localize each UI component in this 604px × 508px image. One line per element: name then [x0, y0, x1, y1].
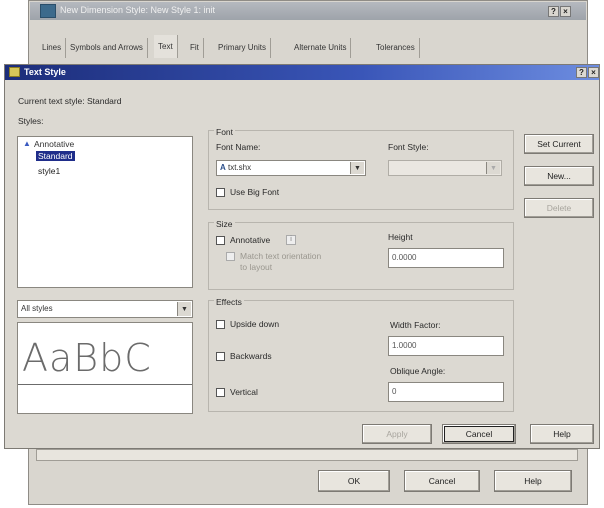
- new-button[interactable]: New...: [524, 166, 594, 186]
- annotative-icon: ▲: [23, 139, 31, 148]
- ok-button[interactable]: OK: [318, 470, 390, 492]
- back-cancel-button[interactable]: Cancel: [404, 470, 480, 492]
- tab-symbols-arrows[interactable]: Symbols and Arrows: [66, 38, 148, 58]
- font-name-label: Font Name:: [216, 142, 261, 152]
- match-orientation-label: Match text orientation: [240, 251, 322, 261]
- tab-tolerances[interactable]: Tolerances: [372, 38, 420, 58]
- dimension-tabs: Lines Symbols and Arrows Text Fit Primar…: [38, 35, 578, 58]
- font-group-label: Font: [214, 127, 236, 137]
- vertical-checkbox[interactable]: [216, 388, 225, 397]
- font-style-label: Font Style:: [388, 142, 429, 152]
- annotative-label: Annotative: [230, 235, 271, 245]
- list-item[interactable]: Annotative: [32, 139, 76, 149]
- preview-text: AaBbC: [22, 336, 152, 380]
- back-panel-edge: [36, 449, 578, 461]
- current-style-label: Current text style: Standard: [18, 96, 122, 106]
- list-item[interactable]: style1: [36, 166, 62, 176]
- close-icon[interactable]: ×: [560, 6, 571, 17]
- list-item[interactable]: Standard: [36, 151, 75, 161]
- chevron-down-icon: ▼: [486, 162, 500, 174]
- shx-font-icon: A: [220, 163, 226, 172]
- height-input[interactable]: 0.0000: [388, 248, 504, 268]
- use-big-font-label: Use Big Font: [230, 187, 280, 197]
- upside-down-label: Upside down: [230, 319, 280, 329]
- help-icon[interactable]: ?: [576, 67, 587, 78]
- font-name-dropdown[interactable]: A txt.shx ▼: [216, 160, 366, 176]
- use-big-font-checkbox[interactable]: [216, 188, 225, 197]
- text-style-titlebar: [5, 65, 599, 80]
- chevron-down-icon[interactable]: ▼: [350, 162, 364, 174]
- text-style-title: Text Style: [24, 67, 66, 77]
- tab-fit[interactable]: Fit: [186, 38, 204, 58]
- chevron-down-icon[interactable]: ▼: [177, 302, 191, 316]
- size-group-label: Size: [214, 219, 235, 229]
- app-icon: [40, 4, 56, 18]
- set-current-button[interactable]: Set Current: [524, 134, 594, 154]
- match-orientation-label-2: to layout: [240, 262, 273, 272]
- match-orientation-checkbox: [226, 252, 235, 261]
- tab-primary-units[interactable]: Primary Units: [214, 38, 272, 58]
- info-icon[interactable]: i: [286, 235, 296, 245]
- width-factor-label: Width Factor:: [390, 320, 441, 330]
- styles-filter-value: All styles: [21, 304, 53, 313]
- font-style-dropdown: ▼: [388, 160, 502, 176]
- help-icon[interactable]: ?: [548, 6, 559, 17]
- preview-baseline: [18, 384, 192, 385]
- tab-lines[interactable]: Lines: [38, 38, 67, 58]
- height-label: Height: [388, 232, 413, 242]
- close-icon[interactable]: ×: [588, 67, 599, 78]
- backwards-checkbox[interactable]: [216, 352, 225, 361]
- oblique-angle-input[interactable]: 0: [388, 382, 504, 402]
- backwards-label: Backwards: [230, 351, 272, 361]
- tab-alternate-units[interactable]: Alternate Units: [290, 38, 352, 58]
- styles-filter-dropdown[interactable]: All styles ▼: [17, 300, 193, 318]
- dimension-style-title: New Dimension Style: New Style 1: init: [60, 5, 216, 15]
- cancel-button[interactable]: Cancel: [442, 424, 516, 444]
- vertical-label: Vertical: [230, 387, 258, 397]
- width-factor-input[interactable]: 1.0000: [388, 336, 504, 356]
- annotative-checkbox[interactable]: [216, 236, 225, 245]
- styles-label: Styles:: [18, 116, 44, 126]
- apply-button: Apply: [362, 424, 432, 444]
- upside-down-checkbox[interactable]: [216, 320, 225, 329]
- text-style-icon: [9, 67, 20, 77]
- tab-text[interactable]: Text: [154, 35, 178, 58]
- help-button[interactable]: Help: [530, 424, 594, 444]
- delete-button: Delete: [524, 198, 594, 218]
- back-help-button[interactable]: Help: [494, 470, 572, 492]
- oblique-angle-label: Oblique Angle:: [390, 366, 446, 376]
- styles-list[interactable]: ▲ Annotative Standard style1: [17, 136, 193, 288]
- font-name-value: txt.shx: [228, 163, 252, 172]
- effects-group-label: Effects: [214, 297, 244, 307]
